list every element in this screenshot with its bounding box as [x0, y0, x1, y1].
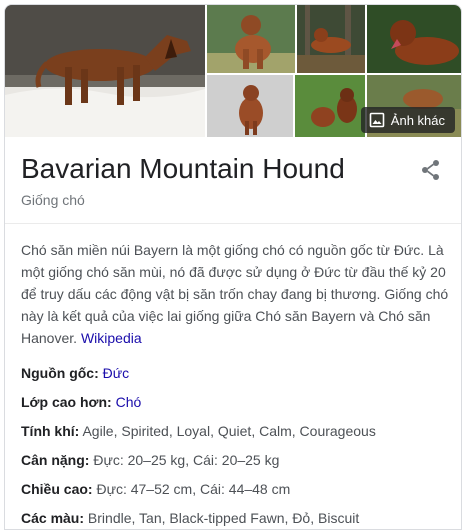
image-icon: [369, 112, 385, 128]
fact-value: Đực: 47–52 cm, Cái: 44–48 cm: [96, 481, 291, 497]
fact-label: Tính khí:: [21, 423, 80, 439]
fact-value: Agile, Spirited, Loyal, Quiet, Calm, Cou…: [82, 423, 376, 439]
fact-value-link[interactable]: Đức: [103, 365, 129, 381]
fact-row-parent-class: Lớp cao hơn: Chó: [21, 392, 141, 412]
wikipedia-link[interactable]: Wikipedia: [81, 330, 142, 346]
knowledge-panel: Ảnh khác Bavarian Mountain Hound Giống c…: [4, 4, 462, 530]
more-images-button[interactable]: Ảnh khác: [360, 107, 455, 133]
share-icon[interactable]: [419, 158, 443, 182]
dog-photo-3[interactable]: [297, 5, 365, 73]
description: Chó săn miền núi Bayern là một giống chó…: [21, 239, 449, 349]
dog-photo-5[interactable]: [207, 75, 293, 137]
image-gallery: Ảnh khác: [5, 5, 461, 137]
dog-photo-2[interactable]: [207, 5, 295, 73]
fact-label: Các màu:: [21, 510, 85, 526]
page-title: Bavarian Mountain Hound: [21, 153, 345, 184]
fact-value: Brindle, Tan, Black-tipped Fawn, Đỏ, Bis…: [87, 510, 360, 526]
fact-label: Cân nặng:: [21, 452, 90, 468]
fact-value-link[interactable]: Chó: [116, 394, 142, 410]
fact-label: Chiều cao:: [21, 481, 93, 497]
panel-header: Bavarian Mountain Hound Giống chó: [5, 137, 461, 224]
fact-row-origin: Nguồn gốc: Đức: [21, 363, 129, 383]
dog-photo-6[interactable]: [295, 75, 365, 137]
fact-label: Nguồn gốc:: [21, 365, 99, 381]
fact-row-height: Chiều cao: Đực: 47–52 cm, Cái: 44–48 cm: [21, 479, 290, 499]
fact-value: Đực: 20–25 kg, Cái: 20–25 kg: [93, 452, 280, 468]
fact-row-colors: Các màu: Brindle, Tan, Black-tipped Fawn…: [21, 508, 359, 528]
more-images-label: Ảnh khác: [390, 112, 445, 128]
entity-type: Giống chó: [21, 192, 85, 208]
fact-row-temperament: Tính khí: Agile, Spirited, Loyal, Quiet,…: [21, 421, 376, 441]
main-dog-photo[interactable]: [5, 5, 205, 137]
fact-row-weight: Cân nặng: Đực: 20–25 kg, Cái: 20–25 kg: [21, 450, 279, 470]
dog-photo-4[interactable]: [367, 5, 461, 73]
fact-label: Lớp cao hơn:: [21, 394, 112, 410]
